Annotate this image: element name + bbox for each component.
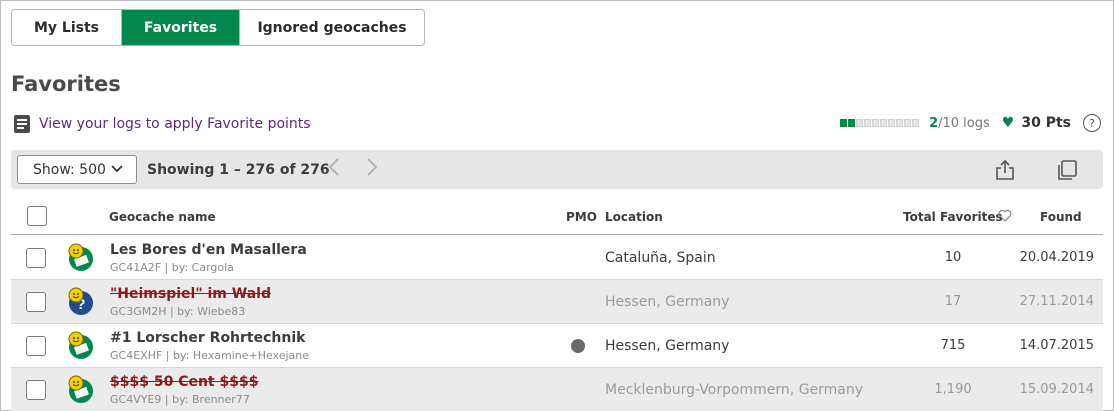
- tab-favorites[interactable]: Favorites: [122, 10, 240, 45]
- heart-outline-icon: [998, 209, 1012, 225]
- header-geocache-name[interactable]: Geocache name: [109, 210, 216, 224]
- heart-icon: ♥: [1001, 115, 1015, 131]
- geocache-location: Hessen, Germany: [605, 338, 730, 354]
- traditional-cache-icon: [66, 330, 96, 360]
- geocache-name-link[interactable]: "Heimspiel" im Wald: [110, 286, 271, 302]
- progress-segment: [856, 119, 864, 127]
- mystery-cache-icon: ?: [66, 286, 96, 316]
- tab-ignored-geocaches[interactable]: Ignored geocaches: [240, 10, 424, 45]
- help-icon[interactable]: ?: [1083, 114, 1101, 132]
- pagination-summary: Showing 1 – 276 of 276: [147, 162, 330, 178]
- header-location[interactable]: Location: [605, 210, 663, 224]
- progress-segment: [880, 119, 888, 127]
- geocache-name-link[interactable]: #1 Lorscher Rohrtechnik: [110, 330, 305, 346]
- geocache-name-link[interactable]: Les Bores d'en Masallera: [110, 242, 307, 258]
- table-row: Les Bores d'en Masallera GC41A2F | by: Ca…: [11, 236, 1103, 280]
- geocache-found-date: 27.11.2014: [1019, 294, 1094, 309]
- progress-segment: [912, 119, 920, 127]
- geocache-favorites: 1,190: [934, 382, 972, 397]
- geocache-favorites: 17: [944, 294, 962, 309]
- geocache-code-owner: GC41A2F | by: Cargola: [110, 261, 234, 274]
- header-total-favorites[interactable]: Total Favorites: [903, 210, 1003, 224]
- traditional-cache-icon: [66, 242, 96, 272]
- row-checkbox[interactable]: [26, 292, 46, 312]
- progress-segment: [864, 119, 872, 127]
- premium-member-icon: [571, 339, 585, 353]
- logs-total: /10 logs: [938, 115, 990, 131]
- geocache-code-owner: GC4VYE9 | by: Brenner77: [110, 393, 250, 406]
- header-pmo: PMO: [566, 210, 597, 224]
- document-icon: [14, 115, 30, 133]
- geocache-favorites: 715: [940, 338, 966, 353]
- row-checkbox[interactable]: [26, 248, 46, 268]
- table-row: #1 Lorscher Rohrtechnik GC4EXHF | by: Hex…: [11, 324, 1103, 368]
- progress-segment: [848, 119, 856, 127]
- geocache-name-link[interactable]: $$$$ 50 Cent $$$$: [110, 374, 258, 390]
- favorite-points: 30 Pts: [1021, 115, 1071, 131]
- row-checkbox[interactable]: [26, 336, 46, 356]
- geocache-location: Mecklenburg-Vorpommern, Germany: [605, 382, 864, 398]
- geocache-found-date: 20.04.2019: [1019, 250, 1094, 265]
- next-page-icon[interactable]: [365, 156, 379, 184]
- favorite-points-meter: 2 /10 logs ♥ 30 Pts ?: [840, 114, 1101, 132]
- geocache-found-date: 14.07.2015: [1019, 338, 1094, 353]
- progress-segment: [888, 119, 896, 127]
- progress-segment: [872, 119, 880, 127]
- copy-icon[interactable]: [1055, 158, 1079, 182]
- show-count-value: Show: 500: [33, 161, 106, 178]
- header-found[interactable]: Found: [1040, 210, 1082, 224]
- geocache-location: Hessen, Germany: [605, 294, 730, 310]
- show-count-select[interactable]: Show: 500: [17, 155, 137, 184]
- page-title: Favorites: [11, 72, 121, 96]
- geocache-code-owner: GC3GM2H | by: Wiebe83: [110, 305, 246, 318]
- progress-segment: [840, 119, 848, 127]
- logs-link-row: View your logs to apply Favorite points: [14, 115, 311, 133]
- tab-my-lists[interactable]: My Lists: [12, 10, 122, 45]
- table-row: ? "Heimspiel" im Wald GC3GM2H | by: Wiebe8…: [11, 280, 1103, 324]
- chevron-down-icon: [110, 162, 124, 179]
- table-header: Geocache name PMO Location Total Favorit…: [11, 200, 1103, 235]
- logs-count: 2: [929, 115, 939, 131]
- row-checkbox[interactable]: [26, 380, 46, 400]
- select-all-checkbox[interactable]: [27, 206, 47, 226]
- list-tabs: My Lists Favorites Ignored geocaches: [11, 9, 425, 46]
- table-row: $$$$ 50 Cent $$$$ GC4VYE9 | by: Brenner77…: [11, 368, 1103, 411]
- progress-segment: [896, 119, 904, 127]
- list-toolbar: Show: 500 Showing 1 – 276 of 276: [11, 150, 1103, 189]
- progress-segment: [904, 119, 912, 127]
- geocache-location: Cataluña, Spain: [605, 250, 716, 266]
- favorite-progress-bar: [840, 119, 920, 127]
- prev-page-icon[interactable]: [327, 156, 341, 184]
- geocache-found-date: 15.09.2014: [1019, 382, 1094, 397]
- share-icon[interactable]: [993, 158, 1017, 182]
- view-logs-link[interactable]: View your logs to apply Favorite points: [39, 116, 311, 132]
- geocache-favorites: 10: [944, 250, 962, 265]
- geocache-code-owner: GC4EXHF | by: Hexamine+Hexejane: [110, 349, 310, 362]
- traditional-cache-icon: [66, 374, 96, 404]
